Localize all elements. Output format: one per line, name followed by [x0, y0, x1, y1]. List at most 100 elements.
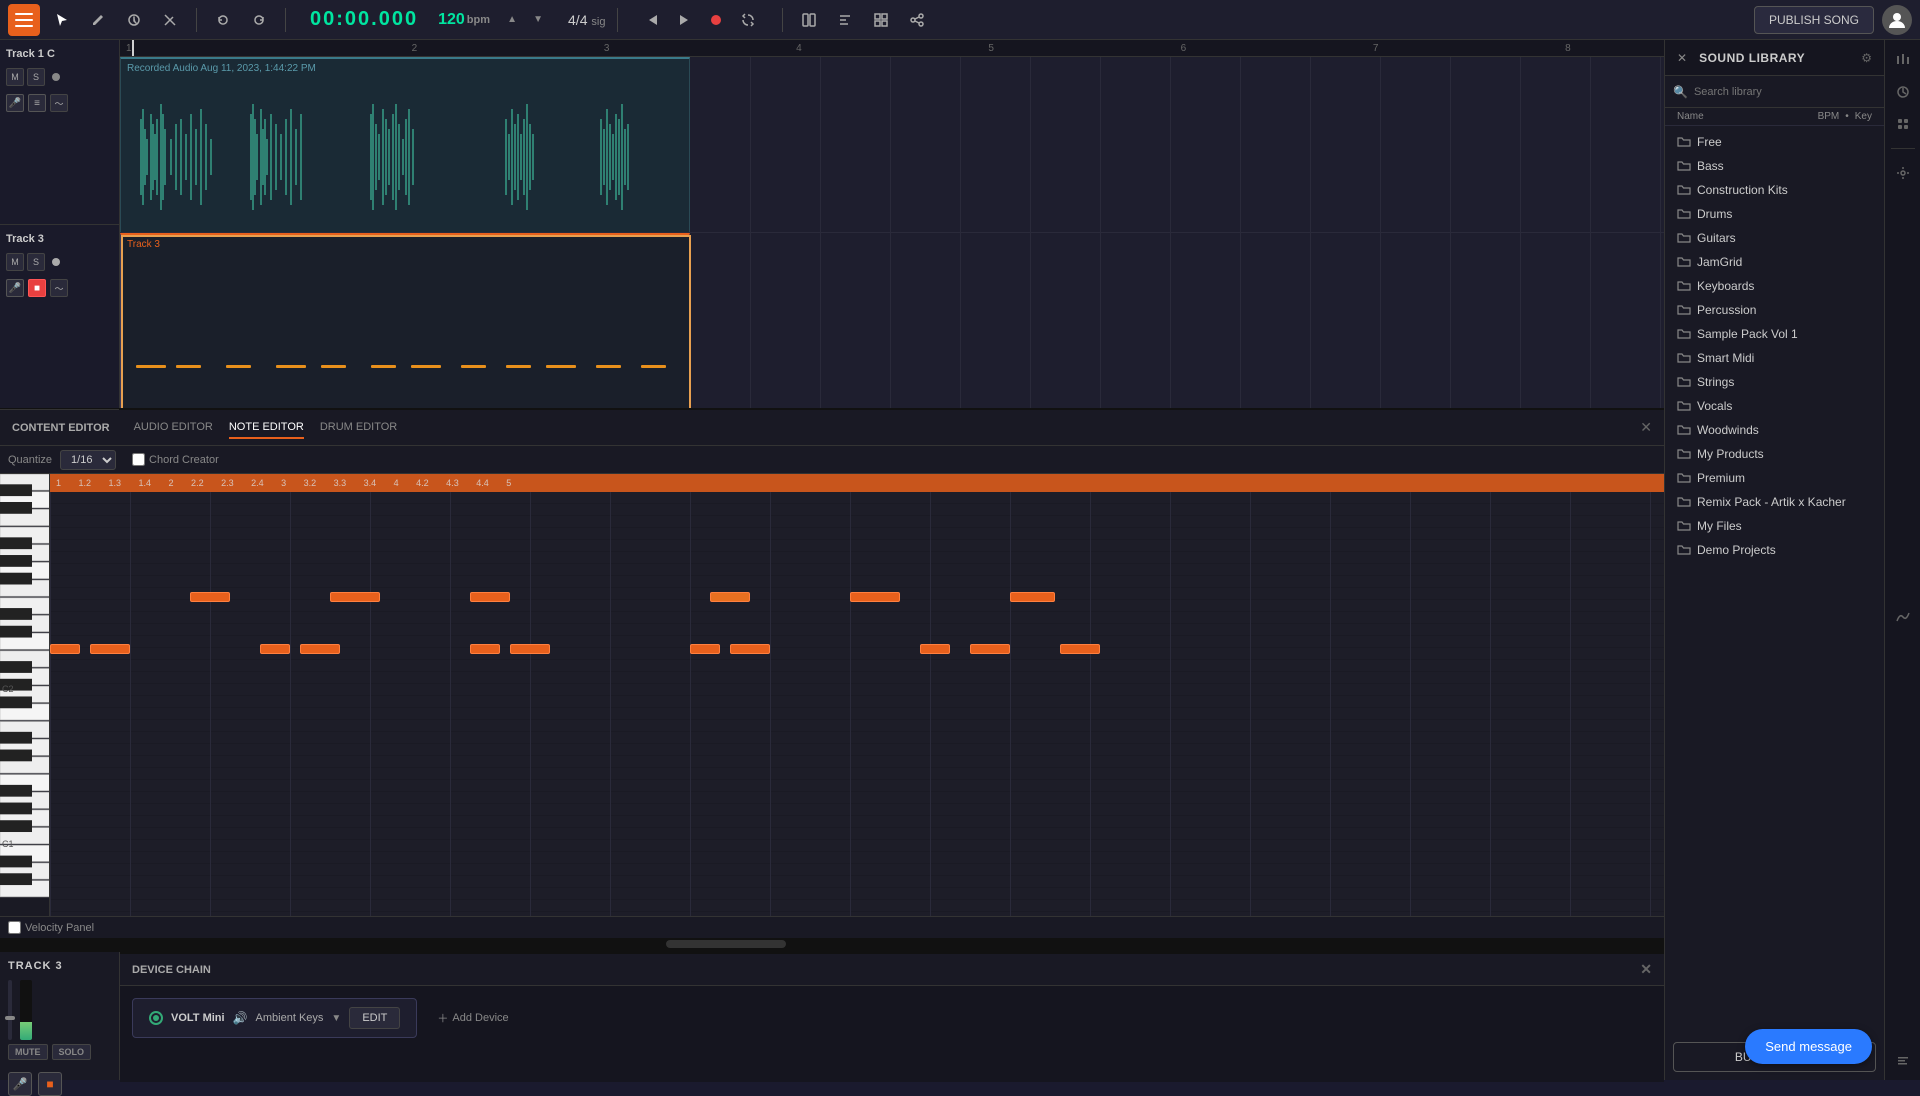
share-button[interactable] [903, 6, 931, 34]
piano-roll-note[interactable] [1010, 592, 1055, 602]
audio-editor-tab[interactable]: AUDIO EDITOR [134, 417, 213, 439]
instrument-icon[interactable] [1891, 80, 1915, 104]
library-item[interactable]: Sample Pack Vol 1 [1665, 322, 1884, 346]
device-edit-button[interactable]: EDIT [349, 1007, 400, 1029]
library-item[interactable]: My Files [1665, 514, 1884, 538]
track3-volume-knob[interactable] [52, 258, 60, 266]
mixer-icon[interactable] [1891, 48, 1915, 72]
track3-mute-btn-bottom[interactable]: MUTE [8, 1044, 48, 1060]
track1-solo-button[interactable]: S [27, 68, 45, 86]
editor-close-button[interactable]: ✕ [1640, 419, 1652, 436]
library-item[interactable]: Free [1665, 130, 1884, 154]
search-input[interactable] [1694, 86, 1876, 98]
piano-roll-note[interactable] [730, 644, 770, 654]
library-item[interactable]: Strings [1665, 370, 1884, 394]
library-item[interactable]: Premium [1665, 466, 1884, 490]
piano-roll-note[interactable] [850, 592, 900, 602]
quantize-select[interactable]: 1/16 1/8 1/4 [60, 450, 116, 470]
piano-roll-note[interactable] [710, 592, 750, 602]
library-item[interactable]: Bass [1665, 154, 1884, 178]
cut-tool-button[interactable] [156, 6, 184, 34]
piano-roll-note[interactable] [90, 644, 130, 654]
align-button[interactable] [831, 6, 859, 34]
volume-fader-thumb[interactable] [5, 1016, 15, 1020]
library-item[interactable]: Guitars [1665, 226, 1884, 250]
piano-roll-note[interactable] [260, 644, 290, 654]
clock-tool-button[interactable] [120, 6, 148, 34]
automation-icon[interactable] [1891, 605, 1915, 629]
track3-mic-icon-bottom[interactable]: 🎤 [8, 1072, 32, 1096]
plugin-icon[interactable] [1891, 112, 1915, 136]
velocity-panel-checkbox[interactable] [8, 921, 21, 934]
track1-wave-button[interactable]: 〜 [50, 94, 68, 112]
track3-drum-icon-bottom[interactable]: ■ [38, 1072, 62, 1096]
track3-solo-button[interactable]: S [27, 253, 45, 271]
piano-roll-note[interactable] [920, 644, 950, 654]
select-tool-button[interactable] [48, 6, 76, 34]
bpm-up-button[interactable]: ▲ [498, 6, 526, 34]
piano-roll-note[interactable] [510, 644, 550, 654]
note-editor-scrollbar[interactable] [0, 938, 1664, 950]
track3-wave-button[interactable]: 〜 [50, 279, 68, 297]
note-editor-tab[interactable]: NOTE EDITOR [229, 417, 304, 439]
user-avatar[interactable] [1882, 5, 1912, 35]
play-button[interactable] [670, 6, 698, 34]
redo-button[interactable] [245, 6, 273, 34]
piano-roll-note[interactable] [1060, 644, 1100, 654]
track1-fx-button[interactable]: ≡ [28, 94, 46, 112]
undo-button[interactable] [209, 6, 237, 34]
library-item[interactable]: JamGrid [1665, 250, 1884, 274]
library-settings-icon[interactable]: ⚙ [1861, 51, 1872, 65]
snap-button[interactable] [795, 6, 823, 34]
chord-creator-checkbox[interactable] [132, 453, 145, 466]
drum-editor-tab[interactable]: DRUM EDITOR [320, 417, 397, 439]
piano-roll-note[interactable] [470, 644, 500, 654]
device-power-button[interactable] [149, 1011, 163, 1025]
library-item[interactable]: My Products [1665, 442, 1884, 466]
scrollbar-thumb[interactable] [666, 940, 786, 948]
volume-fader-track[interactable] [8, 980, 12, 1040]
track3-drum-button[interactable]: ■ [28, 279, 46, 297]
track3-solo-btn-bottom[interactable]: SOLO [52, 1044, 92, 1060]
library-close-icon[interactable]: ✕ [1677, 51, 1687, 65]
track1-volume-knob[interactable] [52, 73, 60, 81]
library-item[interactable]: Vocals [1665, 394, 1884, 418]
library-item[interactable]: Woodwinds [1665, 418, 1884, 442]
record-button[interactable] [702, 6, 730, 34]
track3-mute-button[interactable]: M [6, 253, 24, 271]
piano-keys: C2 C1 [0, 474, 50, 916]
track1-mic-button[interactable]: 🎤 [6, 94, 24, 112]
library-item[interactable]: Construction Kits [1665, 178, 1884, 202]
piano-roll-note[interactable] [330, 592, 380, 602]
loop-button[interactable] [734, 6, 762, 34]
track1-mute-button[interactable]: M [6, 68, 24, 86]
piano-roll-note[interactable] [300, 644, 340, 654]
library-item[interactable]: Percussion [1665, 298, 1884, 322]
library-item[interactable]: Drums [1665, 202, 1884, 226]
settings-icon-right[interactable] [1891, 161, 1915, 185]
library-item[interactable]: Demo Projects [1665, 538, 1884, 562]
piano-roll-note[interactable] [690, 644, 720, 654]
track3-mic-button[interactable]: 🎤 [6, 279, 24, 297]
device-chain-close-button[interactable]: ✕ [1640, 961, 1652, 978]
sample-icon[interactable] [1891, 1048, 1915, 1072]
add-device-button[interactable]: ＋ Add Device [429, 1002, 516, 1034]
separator-1 [196, 8, 197, 32]
library-item[interactable]: Smart Midi [1665, 346, 1884, 370]
library-item[interactable]: Remix Pack - Artik x Kacher [1665, 490, 1884, 514]
track3-midi-clip[interactable]: Track 3 [120, 233, 690, 408]
library-item-name: Free [1697, 135, 1722, 149]
send-message-button[interactable]: Send message [1745, 1029, 1872, 1064]
piano-roll-note[interactable] [190, 592, 230, 602]
bpm-down-button[interactable]: ▼ [524, 6, 552, 34]
skip-back-button[interactable] [638, 6, 666, 34]
publish-button[interactable]: PUBLISH SONG [1754, 6, 1874, 34]
menu-button[interactable] [8, 4, 40, 36]
grid-button[interactable] [867, 6, 895, 34]
piano-roll-note[interactable] [470, 592, 510, 602]
pencil-tool-button[interactable] [84, 6, 112, 34]
track1-audio-clip[interactable]: Recorded Audio Aug 11, 2023, 1:44:22 PM [120, 57, 690, 232]
piano-roll-note[interactable] [50, 644, 80, 654]
library-item[interactable]: Keyboards [1665, 274, 1884, 298]
piano-roll-note[interactable] [970, 644, 1010, 654]
